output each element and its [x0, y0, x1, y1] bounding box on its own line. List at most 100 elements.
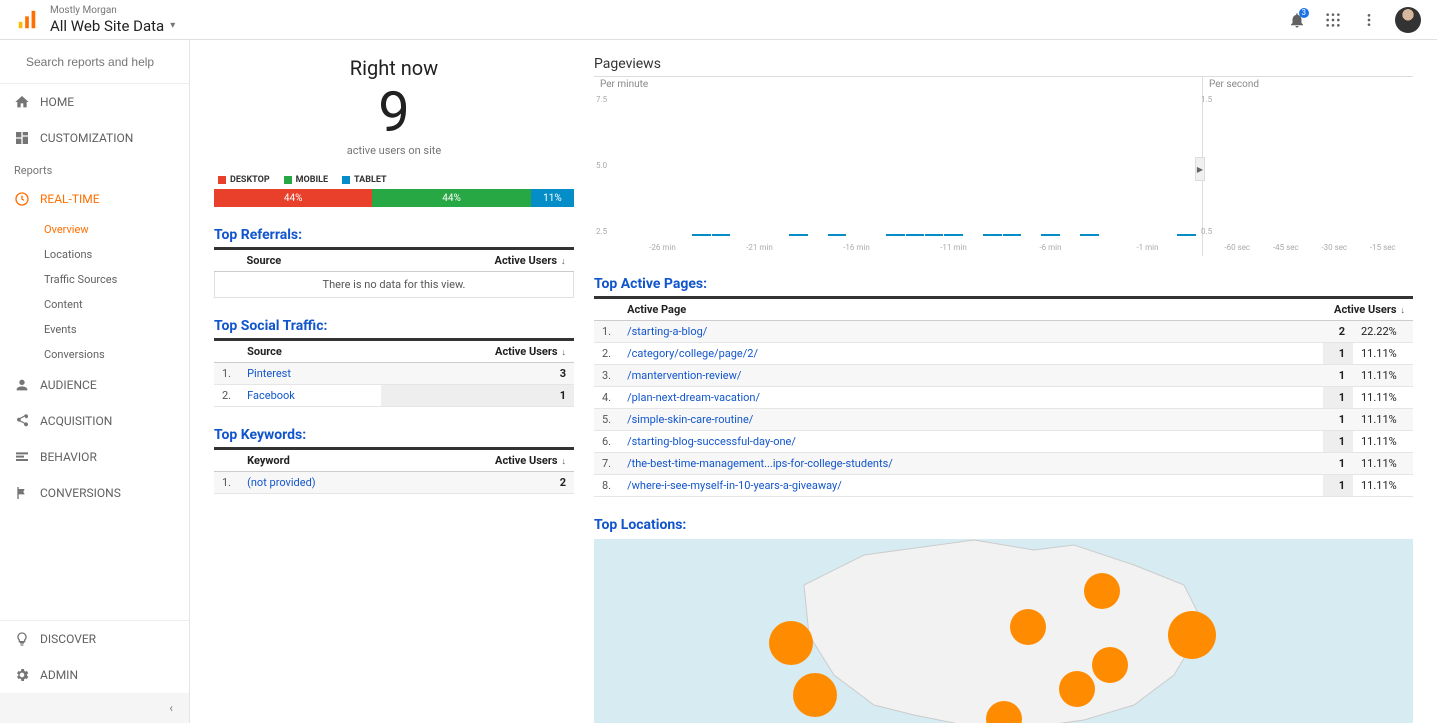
content: Right now 9 active users on site DESKTOP… — [190, 40, 1437, 723]
col-active-users[interactable]: Active Users↓ — [362, 250, 574, 272]
table-row: 1.Pinterest3 — [214, 363, 574, 385]
nav-home[interactable]: HOME — [0, 84, 189, 120]
col-active-users[interactable]: Active Users↓ — [1323, 299, 1413, 321]
gear-icon — [14, 667, 30, 683]
collapse-sidebar-button[interactable]: ‹ — [0, 693, 189, 723]
active-page-link[interactable]: /starting-a-blog/ — [619, 321, 1323, 343]
active-page-link[interactable]: /simple-skin-care-routine/ — [619, 409, 1323, 431]
top-social-table: Source Active Users↓ 1.Pinterest32.Faceb… — [214, 341, 574, 407]
desktop-swatch — [218, 176, 226, 184]
table-row: 6./starting-blog-successful-day-one/111.… — [594, 431, 1413, 453]
location-bubble[interactable] — [1168, 611, 1216, 659]
clock-icon — [14, 191, 30, 207]
sub-events[interactable]: Events — [0, 317, 189, 342]
sub-content[interactable]: Content — [0, 292, 189, 317]
apps-button[interactable] — [1319, 6, 1347, 34]
sub-locations[interactable]: Locations — [0, 242, 189, 267]
behavior-icon — [14, 449, 30, 465]
notifications-button[interactable]: 3 — [1283, 6, 1311, 34]
per-second-chart: Per second 1.510.5 -60 sec-45 sec-30 sec… — [1203, 77, 1413, 256]
sort-desc-icon: ↓ — [562, 457, 567, 467]
sub-conversions[interactable]: Conversions — [0, 342, 189, 367]
nav-behavior[interactable]: BEHAVIOR — [0, 439, 189, 475]
col-active-users[interactable]: Active Users↓ — [404, 450, 574, 472]
dashboard-icon — [14, 130, 30, 146]
user-avatar[interactable] — [1395, 7, 1421, 33]
pageviews-title: Pageviews — [594, 56, 1413, 72]
top-referrals-table: Source Active Users↓ There is no data fo… — [214, 250, 574, 298]
col-source[interactable]: Source — [239, 341, 381, 363]
active-page-link[interactable]: /the-best-time-management...ips-for-coll… — [619, 453, 1323, 475]
account-switcher[interactable]: Mostly Morgan All Web Site Data ▾ — [50, 5, 175, 35]
nav-admin[interactable]: ADMIN — [0, 657, 189, 693]
location-bubble[interactable] — [1059, 671, 1095, 707]
sub-traffic[interactable]: Traffic Sources — [0, 267, 189, 292]
chart-expand-handle[interactable]: ▶ — [1195, 157, 1205, 181]
location-bubble[interactable] — [793, 673, 837, 717]
top-referrals-title: Top Referrals: — [214, 227, 574, 243]
top-locations-title: Top Locations: — [594, 517, 1413, 533]
locations-map[interactable] — [594, 539, 1413, 723]
table-row: 1./starting-a-blog/222.22% — [594, 321, 1413, 343]
location-bubble[interactable] — [1084, 573, 1120, 609]
table-row: 2.Facebook1 — [214, 385, 574, 407]
top-keywords-table: Keyword Active Users↓ 1.(not provided)2 — [214, 450, 574, 494]
location-bubble[interactable] — [769, 621, 813, 665]
nav-audience[interactable]: AUDIENCE — [0, 367, 189, 403]
nav-conversions[interactable]: CONVERSIONS — [0, 475, 189, 511]
seg-desktop: 44% — [214, 189, 372, 207]
notification-badge: 3 — [1299, 8, 1310, 18]
active-page-link[interactable]: /mantervention-review/ — [619, 365, 1323, 387]
active-users-sub: active users on site — [214, 144, 574, 157]
search-input[interactable] — [26, 55, 181, 69]
col-source[interactable]: Source — [239, 250, 362, 272]
nav-customization[interactable]: CUSTOMIZATION — [0, 120, 189, 156]
per-minute-chart: Per minute 7.55.02.5 -26 min-21 min-16 m… — [594, 77, 1203, 256]
top-active-pages-title: Top Active Pages: — [594, 276, 1413, 292]
sub-overview[interactable]: Overview — [0, 217, 189, 242]
nav-discover[interactable]: DISCOVER — [0, 621, 189, 657]
active-page-link[interactable]: /starting-blog-successful-day-one/ — [619, 431, 1323, 453]
active-users-card: Right now 9 active users on site DESKTOP… — [214, 56, 574, 207]
keyword-cell[interactable]: (not provided) — [239, 472, 404, 494]
analytics-logo-icon — [16, 9, 38, 31]
reports-label: Reports — [0, 156, 189, 181]
col-active-users[interactable]: Active Users↓ — [381, 341, 574, 363]
right-now-title: Right now — [214, 56, 574, 80]
seg-tablet: 11% — [531, 189, 574, 207]
active-users-count: 9 — [214, 84, 574, 140]
referrals-empty: There is no data for this view. — [215, 272, 574, 298]
seg-mobile: 44% — [372, 189, 530, 207]
top-keywords-title: Top Keywords: — [214, 427, 574, 443]
sort-desc-icon: ↓ — [1401, 306, 1406, 316]
caret-down-icon: ▾ — [170, 20, 175, 32]
active-page-link[interactable]: /where-i-see-myself-in-10-years-a-giveaw… — [619, 475, 1323, 497]
location-bubble[interactable] — [1010, 609, 1046, 645]
sidebar: HOME CUSTOMIZATION Reports REAL-TIME Ove… — [0, 40, 190, 723]
location-bubble[interactable] — [1092, 647, 1128, 683]
us-map-shape — [774, 539, 1234, 723]
share-icon — [14, 413, 30, 429]
col-active-page[interactable]: Active Page — [619, 299, 1323, 321]
table-row: 5./simple-skin-care-routine/111.11% — [594, 409, 1413, 431]
sort-desc-icon: ↓ — [562, 348, 567, 358]
mobile-swatch — [284, 176, 292, 184]
social-source[interactable]: Pinterest — [239, 363, 381, 385]
home-icon — [14, 94, 30, 110]
col-keyword[interactable]: Keyword — [239, 450, 404, 472]
nav-acquisition[interactable]: ACQUISITION — [0, 403, 189, 439]
bulb-icon — [14, 631, 30, 647]
active-page-link[interactable]: /plan-next-dream-vacation/ — [619, 387, 1323, 409]
nav-realtime[interactable]: REAL-TIME — [0, 181, 189, 217]
person-icon — [14, 377, 30, 393]
active-page-link[interactable]: /category/college/page/2/ — [619, 343, 1323, 365]
top-active-pages-table: Active Page Active Users↓ 1./starting-a-… — [594, 299, 1413, 497]
table-row: 7./the-best-time-management...ips-for-co… — [594, 453, 1413, 475]
social-source[interactable]: Facebook — [239, 385, 381, 407]
pageviews-charts: Per minute 7.55.02.5 -26 min-21 min-16 m… — [594, 76, 1413, 256]
table-row: 8./where-i-see-myself-in-10-years-a-give… — [594, 475, 1413, 497]
table-row: 1.(not provided)2 — [214, 472, 574, 494]
device-bar: 44% 44% 11% — [214, 189, 574, 207]
flag-icon — [14, 485, 30, 501]
more-button[interactable] — [1355, 6, 1383, 34]
